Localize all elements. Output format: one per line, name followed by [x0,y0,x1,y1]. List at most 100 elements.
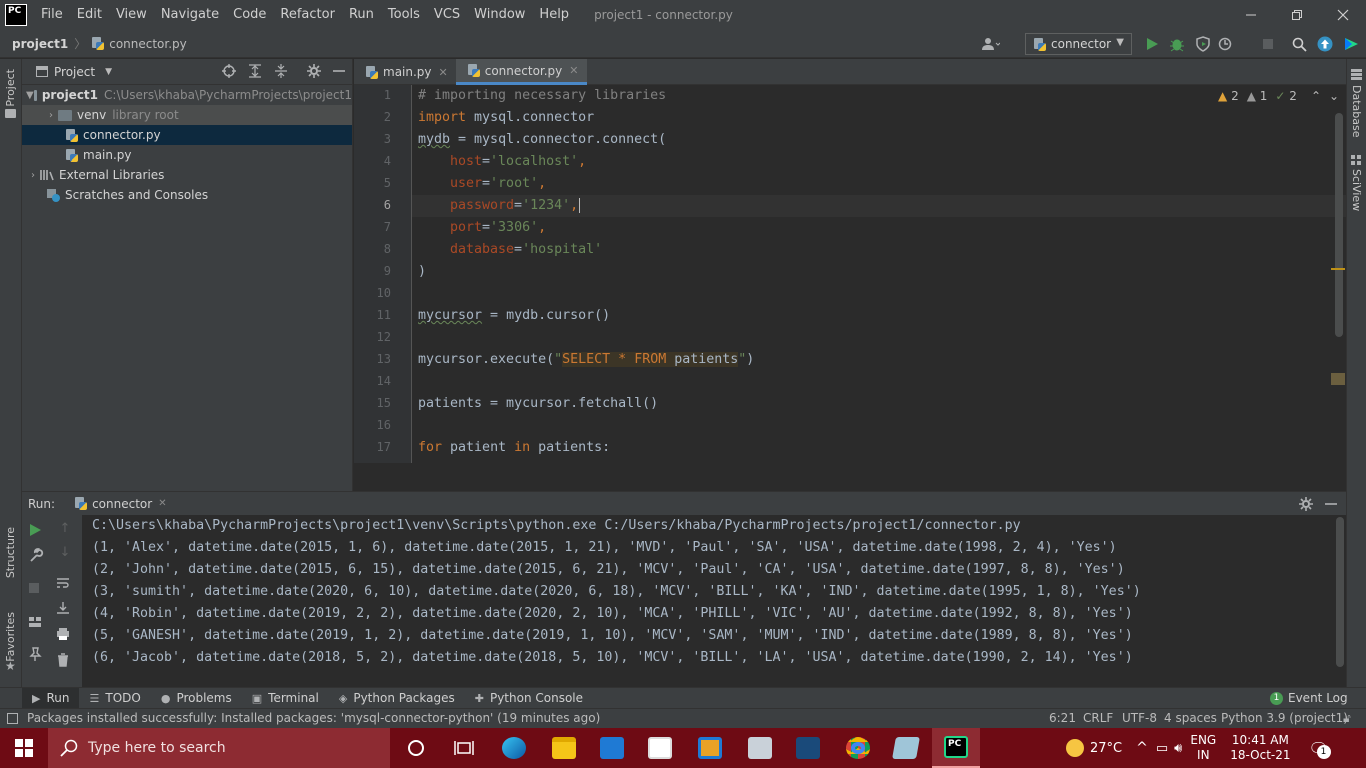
tree-item-external-libraries[interactable]: › External Libraries [22,165,352,185]
taskbar-store[interactable] [636,728,684,768]
menu-navigate[interactable]: Navigate [154,0,226,30]
indent-setting[interactable]: 4 spaces [1164,711,1217,725]
weak-warning-count[interactable]: ▲ 1 [1247,89,1268,103]
tab-connector-py[interactable]: connector.py ✕ [455,59,587,85]
menu-edit[interactable]: Edit [70,0,109,30]
taskbar-mail[interactable] [588,728,636,768]
typo-count[interactable]: ✓ 2 [1275,89,1297,103]
scroll-to-end-icon[interactable] [56,601,74,615]
trash-icon[interactable] [56,653,74,667]
tool-tab-terminal[interactable]: ▣ Terminal [242,688,329,709]
caret-position[interactable]: 6:21 [1049,711,1076,725]
pin-icon[interactable] [28,647,46,661]
task-view-button[interactable] [440,728,488,768]
tool-tab-problems[interactable]: ● Problems [151,688,242,709]
language-indicator[interactable]: ENG IN [1190,733,1216,763]
breadcrumb-file[interactable]: connector.py [109,37,187,51]
notification-center-button[interactable]: 🗨︎ 1 [1309,739,1331,759]
next-highlight-icon[interactable]: ⌄ [1329,89,1339,103]
hide-panel-icon[interactable] [333,64,345,78]
close-tab-icon[interactable]: ✕ [439,66,448,79]
taskbar-mysql-workbench[interactable] [736,728,784,768]
tool-tab-todo[interactable]: ☰ TODO [79,688,150,709]
stop-icon[interactable] [28,582,46,594]
chevron-right-icon[interactable]: › [26,170,40,181]
database-tool-button[interactable]: Database [1350,85,1363,138]
rerun-icon[interactable] [28,523,46,537]
warning-stripe-marker[interactable] [1331,268,1345,270]
python-interpreter[interactable]: Python 3.9 (project1) [1221,711,1348,725]
tool-tab-python-console[interactable]: ✚ Python Console [465,688,593,709]
structure-tool-button[interactable]: Structure [4,527,17,578]
tree-item-connector-py[interactable]: connector.py [22,125,352,145]
event-log-button[interactable]: 1 Event Log [1260,688,1358,709]
scroll-down-icon[interactable]: ↓ [56,545,74,560]
soft-wrap-icon[interactable] [56,576,74,590]
run-button[interactable] [1143,35,1161,53]
menu-tools[interactable]: Tools [381,0,427,30]
gear-icon[interactable] [307,64,321,78]
taskbar-office[interactable] [686,728,734,768]
tree-item-scratches[interactable]: Scratches and Consoles [22,185,352,205]
tree-item-venv[interactable]: › venv library root [22,105,352,125]
menu-run[interactable]: Run [342,0,381,30]
run-tab-connector[interactable]: connector ✕ [75,497,167,511]
taskbar-pycharm[interactable]: PC [932,728,980,768]
close-window-button[interactable] [1320,0,1366,30]
taskbar-notes[interactable] [882,728,930,768]
taskbar-search-input[interactable]: Type here to search [48,728,390,768]
stop-button[interactable] [1259,35,1277,53]
menu-vcs[interactable]: VCS [427,0,467,30]
taskbar-edge[interactable] [490,728,538,768]
menu-help[interactable]: Help [532,0,576,30]
inspection-widget[interactable]: ▲ 2 ▲ 1 ✓ 2 ⌃ ⌄ [1218,89,1339,103]
restore-button[interactable] [1274,0,1320,30]
update-button[interactable] [1316,35,1334,53]
menu-file[interactable]: File [34,0,70,30]
file-encoding[interactable]: UTF-8 [1122,711,1157,725]
print-icon[interactable] [56,627,74,641]
weather-temperature[interactable]: 27°C [1090,741,1122,756]
locate-file-icon[interactable] [222,64,236,78]
status-message[interactable]: Packages installed successfully: Install… [27,711,600,725]
breadcrumb-project[interactable]: project1 [12,37,68,51]
lock-icon[interactable]: 🔓︎ [1343,711,1351,726]
tree-item-main-py[interactable]: main.py [22,145,352,165]
start-button[interactable] [0,728,48,768]
project-view-dropdown-icon[interactable]: ▼ [105,67,112,77]
taskbar-sql-server[interactable] [784,728,832,768]
gear-icon[interactable] [1299,497,1313,511]
clock[interactable]: 10:41 AM 18-Oct-21 [1230,733,1290,763]
show-hidden-icons-chevron[interactable]: ^ [1136,740,1148,756]
search-everywhere-button[interactable] [1290,35,1308,53]
run-console-output[interactable]: C:\Users\khaba\PycharmProjects\project1\… [82,515,1346,687]
previous-highlight-icon[interactable]: ⌃ [1311,89,1321,103]
taskbar-chrome[interactable] [834,728,882,768]
project-panel-title[interactable]: Project [54,65,95,79]
line-separator[interactable]: CRLF [1083,711,1113,725]
close-tab-icon[interactable]: ✕ [569,64,578,77]
tool-tab-run[interactable]: ▶ Run [22,687,80,709]
tab-main-py[interactable]: main.py ✕ [354,59,456,85]
chevron-down-icon[interactable]: ▼ [26,90,34,101]
menu-view[interactable]: View [109,0,154,30]
sciview-tool-button[interactable]: SciView [1350,169,1363,211]
editor-scrollbar[interactable] [1335,113,1343,337]
debug-button[interactable] [1168,35,1186,53]
coverage-button[interactable] [1194,35,1212,53]
console-scrollbar[interactable] [1336,517,1344,667]
weather-sun-icon[interactable] [1066,739,1084,757]
taskbar-file-explorer[interactable] [540,728,588,768]
tree-item-project1[interactable]: ▼ project1 C:\Users\khaba\PycharmProject… [22,85,352,105]
network-icon[interactable]: ▭ [1156,741,1168,756]
project-tool-button[interactable]: Project [4,69,17,107]
close-tab-icon[interactable]: ✕ [158,498,166,509]
chevron-right-icon[interactable]: › [44,110,58,121]
volume-icon[interactable]: 🔊︎ [1174,741,1182,756]
run-configuration-select[interactable]: connector ▼ [1025,33,1132,55]
profile-button[interactable] [1218,35,1236,53]
selection-stripe-marker[interactable] [1331,373,1345,385]
panel-toggle-icon[interactable] [7,713,18,724]
cortana-button[interactable] [392,728,440,768]
layout-icon[interactable] [28,615,46,629]
